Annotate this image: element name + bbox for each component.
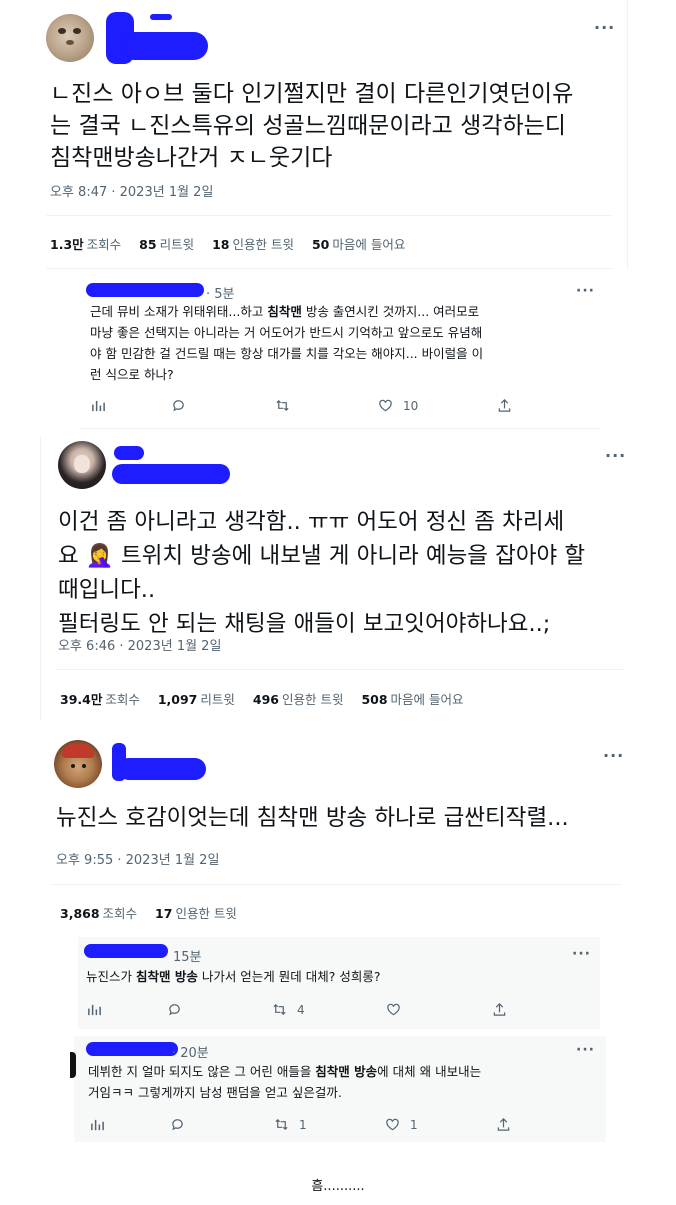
share-button[interactable] bbox=[496, 1117, 511, 1132]
comment-icon bbox=[172, 1119, 183, 1131]
like-button[interactable]: 1 bbox=[385, 1117, 418, 1132]
more-options-icon[interactable]: ··· bbox=[605, 446, 626, 465]
more-options-icon[interactable]: ··· bbox=[576, 283, 595, 299]
retweet-icon bbox=[275, 1118, 288, 1131]
reply-time[interactable]: · 5분 bbox=[206, 283, 235, 302]
retweet-button[interactable]: 1 bbox=[274, 1117, 307, 1132]
share-button[interactable] bbox=[492, 1002, 507, 1017]
divider bbox=[80, 428, 600, 429]
redacted-name bbox=[84, 944, 168, 958]
card-border bbox=[627, 0, 628, 270]
comment-icon bbox=[173, 400, 184, 412]
reply-text: 근데 뮤비 소재가 위태위태...하고 침착맨 방송 출연시킨 것까지... 여… bbox=[90, 304, 484, 382]
retweet-button[interactable]: 4 bbox=[272, 1002, 305, 1017]
tweet-timestamp[interactable]: 오후 6:46 · 2023년 1월 2일 bbox=[58, 635, 221, 654]
like-count: 10 bbox=[403, 398, 419, 413]
more-options-icon[interactable]: ··· bbox=[576, 1042, 595, 1058]
quotes-stat[interactable]: 496 인용한 트윗 bbox=[253, 692, 344, 707]
comment-icon bbox=[169, 1004, 180, 1016]
divider bbox=[46, 268, 612, 269]
heart-icon bbox=[379, 399, 392, 412]
retweets-stat[interactable]: 85 리트윗 bbox=[139, 237, 194, 252]
tweet-stats: 39.4만 조회수 1,097 리트윗 496 인용한 트윗 508 마음에 들어요 bbox=[60, 689, 478, 708]
redacted-name bbox=[86, 283, 204, 297]
retweet-button[interactable] bbox=[275, 398, 290, 413]
like-count: 1 bbox=[410, 1117, 418, 1132]
user-avatar[interactable] bbox=[46, 14, 94, 62]
stats-icon bbox=[91, 1119, 104, 1131]
quotes-stat[interactable]: 17 인용한 트윗 bbox=[155, 906, 237, 921]
card-border bbox=[40, 436, 41, 720]
share-icon bbox=[498, 399, 511, 412]
more-options-icon[interactable]: ··· bbox=[572, 946, 591, 962]
redacted-name bbox=[118, 758, 206, 780]
heart-icon bbox=[386, 1118, 399, 1131]
like-button[interactable] bbox=[386, 1002, 401, 1017]
comment-button[interactable] bbox=[167, 1002, 182, 1017]
redacted-name bbox=[150, 14, 172, 20]
retweet-count: 4 bbox=[297, 1002, 305, 1017]
views-stat[interactable]: 1.3만 조회수 bbox=[50, 237, 121, 252]
stats-button[interactable] bbox=[90, 1117, 105, 1132]
stats-icon bbox=[88, 1004, 101, 1016]
redacted-name bbox=[120, 32, 208, 60]
retweet-icon bbox=[273, 1003, 286, 1016]
likes-stat[interactable]: 508 마음에 들어요 bbox=[361, 692, 463, 707]
divider bbox=[46, 215, 612, 216]
reply-button[interactable] bbox=[91, 398, 106, 413]
caption-text: 흠.......... bbox=[311, 1179, 365, 1194]
share-button[interactable] bbox=[497, 398, 512, 413]
tweet-text: ㄴ진스 아ㅇ브 둘다 인기쩔지만 결이 다른인기엿던이유 는 결국 ㄴ진스특유의… bbox=[50, 81, 574, 171]
user-avatar[interactable] bbox=[54, 740, 102, 788]
retweet-count: 1 bbox=[299, 1117, 307, 1132]
divider bbox=[56, 669, 624, 670]
tweet-timestamp[interactable]: 오후 8:47 · 2023년 1월 2일 bbox=[50, 181, 213, 200]
views-stat[interactable]: 3,868 조회수 bbox=[60, 906, 137, 921]
more-options-icon[interactable]: ··· bbox=[603, 746, 624, 765]
comment-button[interactable] bbox=[170, 1117, 185, 1132]
stats-button[interactable] bbox=[87, 1002, 102, 1017]
user-avatar[interactable] bbox=[58, 441, 106, 489]
tweet-timestamp[interactable]: 오후 9:55 · 2023년 1월 2일 bbox=[56, 849, 219, 868]
reply-time[interactable]: · 20분 bbox=[172, 1042, 209, 1061]
reply-text: 데뷔한 지 얼마 되지도 않은 그 어린 애들을 침착맨 방송에 대체 왜 내보… bbox=[88, 1064, 482, 1100]
heart-icon bbox=[387, 1003, 400, 1016]
share-icon bbox=[493, 1003, 506, 1016]
divider bbox=[52, 884, 622, 885]
comment-button[interactable] bbox=[171, 398, 186, 413]
likes-stat[interactable]: 50 마음에 들어요 bbox=[312, 237, 405, 252]
tweet-stats: 3,868 조회수 17 인용한 트윗 bbox=[60, 903, 251, 922]
tweet-text: 뉴진스 호감이엇는데 침착맨 방송 하나로 급싼티작렬... bbox=[56, 805, 569, 831]
redacted-name bbox=[112, 464, 230, 484]
redacted-name bbox=[114, 446, 144, 460]
avatar-edge bbox=[70, 1052, 76, 1078]
reply-time[interactable]: 15분 bbox=[173, 946, 202, 965]
retweets-stat[interactable]: 1,097 리트윗 bbox=[158, 692, 235, 707]
tweet-stats: 1.3만 조회수 85 리트윗 18 인용한 트윗 50 마음에 들어요 bbox=[50, 234, 419, 253]
reply-text: 뉴진스가 침착맨 방송 나가서 얻는게 뭔데 대체? 성희롱? bbox=[86, 969, 381, 984]
retweet-icon bbox=[276, 399, 289, 412]
views-stat[interactable]: 39.4만 조회수 bbox=[60, 692, 140, 707]
redacted-name bbox=[86, 1042, 178, 1056]
stats-icon bbox=[92, 400, 105, 412]
like-button[interactable]: 10 bbox=[378, 398, 418, 413]
quotes-stat[interactable]: 18 인용한 트윗 bbox=[212, 237, 294, 252]
more-options-icon[interactable]: ··· bbox=[594, 18, 615, 37]
share-icon bbox=[497, 1118, 510, 1131]
tweet-text: 이건 좀 아니라고 생각함.. ㅠㅠ 어도어 정신 좀 차리세 요 🤦‍♀️ 트… bbox=[58, 509, 586, 637]
